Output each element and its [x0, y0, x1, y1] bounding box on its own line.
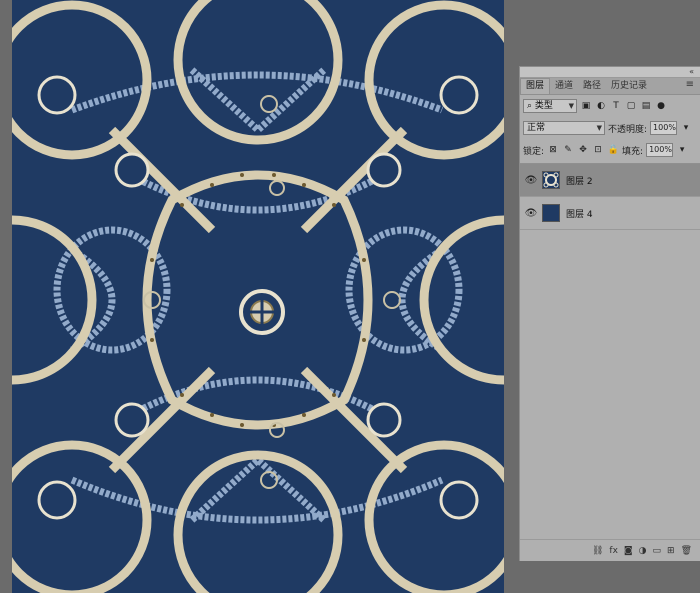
- layer-name: 图层 2: [566, 176, 593, 187]
- lock-move-icon[interactable]: ✥: [577, 144, 589, 156]
- lock-all-icon[interactable]: 🔒: [607, 144, 619, 156]
- group-icon[interactable]: ▭: [653, 546, 662, 556]
- panel-topbar: «: [520, 67, 700, 78]
- layer-thumbnail: [542, 171, 560, 189]
- fill-label: 填充:: [622, 146, 644, 157]
- opacity-dropdown-icon[interactable]: ▾: [680, 122, 692, 134]
- type-filter-icon[interactable]: T: [610, 100, 622, 112]
- shape-filter-icon[interactable]: ▢: [625, 100, 637, 112]
- lock-row: 锁定: ⊠ ✎ ✥ ⊡ 🔒 填充: 100% ▾: [520, 139, 700, 161]
- blend-row: 正常 ▼ 不透明度: 100% ▾: [520, 117, 700, 139]
- eye-icon[interactable]: 👁: [520, 175, 542, 186]
- lock-transparency-icon[interactable]: ⊠: [547, 144, 559, 156]
- fx-icon[interactable]: fx: [609, 546, 618, 556]
- scarf-pattern: [12, 0, 504, 593]
- eye-icon[interactable]: 👁: [520, 208, 542, 219]
- tab-channels[interactable]: 通道: [550, 79, 578, 94]
- adjustment-filter-icon[interactable]: ◐: [595, 100, 607, 112]
- adjustment-icon[interactable]: ◑: [639, 546, 647, 556]
- trash-icon[interactable]: 🗑: [681, 546, 692, 556]
- opacity-field[interactable]: 100%: [650, 121, 678, 135]
- panel-footer: ⛓ fx ◙ ◑ ▭ ⊞ 🗑: [520, 539, 700, 561]
- layers-panel: « 图层 通道 路径 历史记录 ≡ ⌕ 类型 ▼ ▣ ◐ T ▢ ▤ ● 正常 …: [519, 66, 700, 561]
- chevron-down-icon: ▼: [568, 102, 574, 110]
- tab-history[interactable]: 历史记录: [606, 79, 652, 94]
- lock-brush-icon[interactable]: ✎: [562, 144, 574, 156]
- mask-icon[interactable]: ◙: [624, 546, 633, 556]
- fill-dropdown-icon[interactable]: ▾: [676, 144, 688, 156]
- blend-mode-select[interactable]: 正常 ▼: [523, 121, 605, 135]
- layer-thumbnail: [542, 204, 560, 222]
- search-icon: ⌕: [527, 101, 533, 111]
- fill-value: 100%: [649, 145, 672, 154]
- opacity-value: 100%: [653, 123, 676, 132]
- panel-menu-icon[interactable]: ≡: [686, 79, 694, 90]
- collapse-icon[interactable]: «: [689, 67, 694, 77]
- layer-row-4[interactable]: 👁 图层 4: [520, 197, 700, 230]
- layer-name: 图层 4: [566, 209, 593, 220]
- tab-layers[interactable]: 图层: [520, 78, 551, 94]
- pixel-filter-icon[interactable]: ▣: [580, 100, 592, 112]
- chevron-down-icon: ▼: [596, 124, 602, 132]
- blend-mode-value: 正常: [527, 123, 546, 133]
- filter-type-select[interactable]: ⌕ 类型 ▼: [523, 99, 577, 113]
- new-layer-icon[interactable]: ⊞: [667, 546, 675, 556]
- smart-object-filter-icon[interactable]: ▤: [640, 100, 652, 112]
- link-icon[interactable]: ⛓: [592, 546, 603, 556]
- fill-field[interactable]: 100%: [646, 143, 674, 157]
- center-ornament: [239, 289, 285, 335]
- lock-artboard-icon[interactable]: ⊡: [592, 144, 604, 156]
- layer-row-2[interactable]: 👁 图层 2: [520, 164, 700, 197]
- filter-toggle-icon[interactable]: ●: [655, 100, 667, 112]
- tab-paths[interactable]: 路径: [578, 79, 606, 94]
- panel-tabs: 图层 通道 路径 历史记录 ≡: [520, 78, 700, 95]
- document-canvas[interactable]: [12, 0, 504, 593]
- lock-label: 锁定:: [523, 146, 545, 157]
- pattern-thumbnail-icon: [543, 172, 559, 188]
- filter-row: ⌕ 类型 ▼ ▣ ◐ T ▢ ▤ ●: [520, 95, 700, 117]
- filter-type-value: 类型: [534, 101, 553, 111]
- layer-list: 👁 图层 2 👁 图层 4: [520, 163, 700, 230]
- canvas-background: [12, 0, 504, 593]
- opacity-label: 不透明度:: [608, 124, 648, 135]
